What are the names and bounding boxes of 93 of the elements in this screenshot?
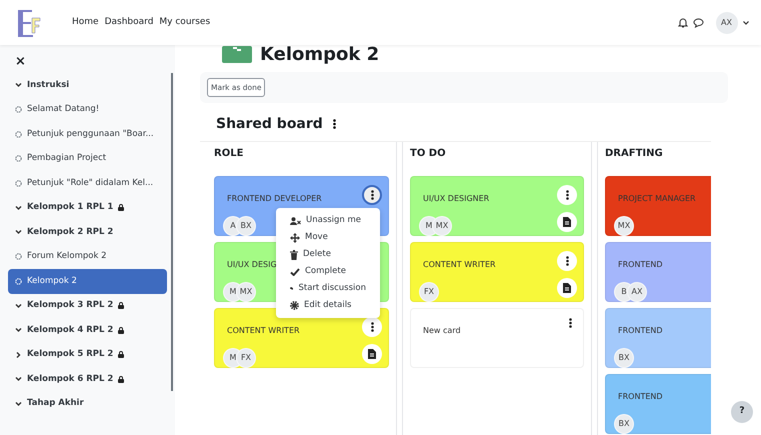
check-icon	[290, 268, 300, 276]
task-card[interactable]: CONTENT WRITER M FX	[214, 308, 389, 368]
circle-icon	[15, 278, 22, 285]
nav-link[interactable]: Dashboard	[104, 16, 154, 30]
member-avatar: MX	[614, 216, 634, 236]
card-title: UI/UX DESIG	[227, 259, 277, 272]
card-title: FRONTEND	[618, 325, 663, 338]
document-icon	[368, 349, 376, 360]
card-menu-button[interactable]	[557, 185, 577, 206]
card-menu-button[interactable]	[557, 251, 577, 272]
chevron-icon	[15, 327, 22, 334]
chevron-icon	[15, 229, 22, 236]
document-icon	[563, 217, 571, 228]
kebab-icon	[568, 318, 572, 328]
note-button[interactable]	[362, 344, 382, 364]
member-avatar: MX	[432, 216, 452, 236]
column-title: TO DO	[410, 147, 447, 162]
activity-item[interactable]: Forum Kelompok 2	[8, 244, 167, 269]
menu-item[interactable]: Unassign me	[276, 212, 380, 230]
member-avatar: AX	[627, 282, 647, 302]
remove-user-icon	[290, 216, 301, 225]
page-title: Kelompok 2	[260, 42, 380, 66]
task-card[interactable]: FRONTEND BX	[605, 308, 711, 368]
member-avatar: FX	[419, 282, 439, 302]
gear-icon	[290, 301, 299, 310]
nav-link[interactable]: My courses	[159, 16, 210, 30]
user-avatar[interactable]: AX	[716, 12, 738, 34]
task-card[interactable]: New card	[410, 308, 584, 368]
member-avatar: BX	[614, 414, 634, 434]
card-title: FRONTEND	[618, 391, 663, 404]
chevron-icon	[15, 376, 22, 382]
section-item[interactable]: Kelompok 5 RPL 2	[8, 342, 167, 367]
member-avatar: BX	[614, 348, 634, 368]
card-title: FRONTEND DEVELOPER	[227, 193, 322, 206]
card-title: FRONTEND	[618, 259, 663, 272]
kebab-icon	[566, 190, 568, 200]
activity-item[interactable]: Pembagian Project	[8, 146, 167, 171]
board-title: Shared board	[216, 114, 323, 134]
activity-item[interactable]: Petunjuk "Role" didalam Kel...	[8, 171, 167, 196]
member-avatar: BX	[236, 216, 256, 236]
chevron-icon	[15, 82, 22, 88]
help-button[interactable]: ?	[731, 401, 753, 423]
menu-item[interactable]: Delete	[276, 246, 380, 264]
kebab-icon	[370, 322, 374, 332]
circle-icon	[15, 180, 22, 187]
move-icon	[290, 232, 300, 243]
column-title: ROLE	[214, 147, 244, 162]
card-title: CONTENT WRITER	[227, 325, 300, 338]
section-item[interactable]: Kelompok 4 RPL 2	[8, 318, 167, 342]
note-button[interactable]	[557, 212, 577, 232]
document-icon	[563, 283, 571, 294]
task-card[interactable]: FRONTEND B AX	[605, 242, 711, 302]
chevron-icon	[15, 400, 22, 407]
card-title: PROJECT MANAGER	[618, 193, 696, 206]
kebab-icon[interactable]	[332, 119, 336, 130]
chevron-icon	[15, 302, 22, 309]
menu-item[interactable]: Complete	[276, 263, 380, 280]
card-menu-button[interactable]	[362, 317, 382, 338]
card-title: CONTENT WRITER	[423, 259, 496, 272]
nav-link[interactable]: Home	[72, 16, 99, 30]
section-item[interactable]: Kelompok 1 RPL 1	[8, 196, 167, 220]
task-card[interactable]: UI/UX DESIGNER M MX	[410, 176, 584, 236]
trash-icon	[290, 250, 298, 260]
kebab-icon	[370, 190, 374, 200]
chevron-icon	[15, 352, 22, 358]
section-item[interactable]: Tahap Akhir	[8, 392, 167, 416]
kebab-icon	[566, 256, 568, 266]
circle-icon	[15, 106, 22, 114]
menu-item[interactable]: Start discussion	[276, 280, 380, 298]
activity-item[interactable]: Selamat Datang!	[8, 98, 167, 122]
section-item[interactable]: Kelompok 6 RPL 2	[8, 367, 167, 392]
column-title: DRAFTING	[605, 147, 664, 162]
task-card[interactable]: FRONTEND BX	[605, 374, 711, 434]
card-title: UI/UX DESIGNER	[423, 193, 490, 206]
section-item[interactable]: Kelompok 2 RPL 2	[8, 220, 167, 244]
section-item[interactable]: Kelompok 3 RPL 2	[8, 294, 167, 318]
circle-icon	[15, 253, 22, 260]
task-card[interactable]: PROJECT MANAGER MX	[605, 176, 711, 236]
task-card[interactable]: CONTENT WRITER FX	[410, 242, 584, 302]
member-avatar: MX	[236, 282, 256, 302]
caret-icon[interactable]	[743, 20, 749, 24]
note-button[interactable]	[557, 278, 577, 298]
circle-icon	[15, 130, 22, 138]
bell-icon[interactable]	[678, 17, 688, 28]
close-button[interactable]: ×	[15, 55, 26, 68]
activity-item[interactable]: Kelompok 2	[8, 269, 167, 294]
card-title: New card	[423, 325, 461, 338]
card-menu-button[interactable]	[362, 185, 382, 206]
circle-icon	[15, 155, 22, 162]
chevron-icon	[15, 204, 22, 211]
section-item[interactable]: Instruksi	[8, 73, 167, 98]
activity-item[interactable]: Petunjuk penggunaan "Boar...	[8, 122, 167, 146]
member-avatar: FX	[236, 348, 256, 368]
